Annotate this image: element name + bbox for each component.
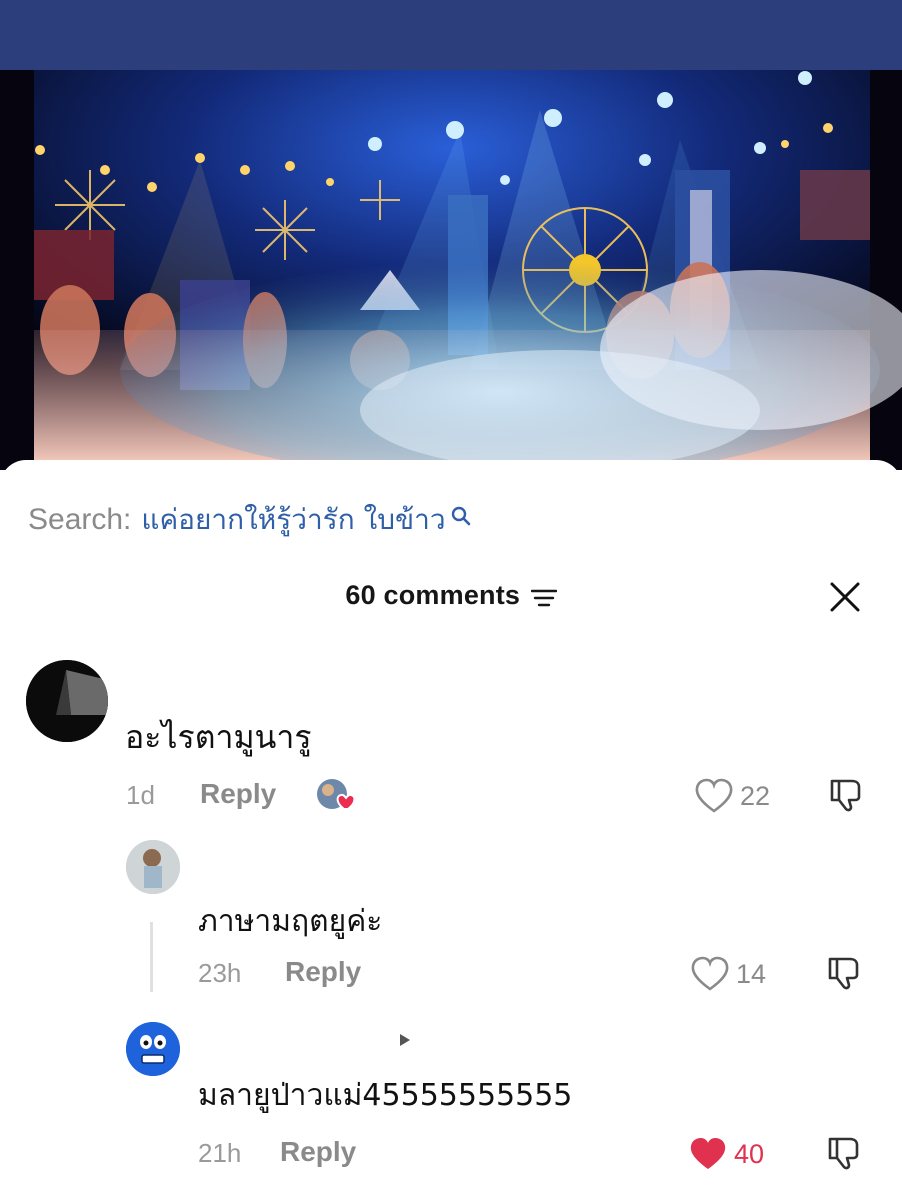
comment-item: อะไรตามูนารู 1d Reply 22 [0, 660, 902, 820]
comment-time: 21h [198, 1138, 242, 1168]
comment-text: ภาษามฤตยูค่ะ [198, 904, 383, 939]
video-player[interactable] [0, 70, 902, 470]
reply-item: ภาษามฤตยูค่ะ 23h Reply 14 [0, 840, 902, 1000]
like-button[interactable]: 22 [694, 778, 770, 814]
stage-performance-image [0, 70, 902, 470]
search-label: Search: [28, 503, 132, 536]
reply-button[interactable]: Reply [200, 778, 276, 810]
like-count: 40 [734, 1138, 765, 1169]
search-icon[interactable] [450, 501, 472, 526]
search-suggestion[interactable]: Search: แค่อยากให้รู้ว่ารัก ใบข้าว [28, 498, 472, 542]
comments-sheet: Search: แค่อยากให้รู้ว่ารัก ใบข้าว 60 co… [0, 460, 902, 1200]
status-bar [0, 0, 902, 70]
close-icon [830, 582, 860, 612]
heart-filled-icon [690, 1138, 726, 1169]
avatar[interactable] [26, 660, 108, 742]
creator-liked-badge [316, 776, 360, 814]
reply-button[interactable]: Reply [285, 956, 361, 988]
dislike-icon[interactable] [828, 777, 864, 813]
like-count: 22 [740, 780, 771, 811]
reply-button[interactable]: Reply [280, 1136, 356, 1168]
dislike-icon[interactable] [826, 955, 862, 991]
comment-time: 23h [198, 958, 242, 988]
sort-icon[interactable] [530, 588, 557, 608]
reply-item: มลายูป่าวแม่45555555555 21h Reply 40 [0, 1022, 902, 1182]
comments-header: 60 comments [0, 580, 902, 611]
like-button[interactable]: 14 [690, 956, 766, 992]
comment-text: มลายูป่าวแม่45555555555 [198, 1078, 573, 1113]
like-count: 14 [736, 958, 767, 989]
like-button[interactable]: 40 [688, 1136, 764, 1172]
avatar[interactable] [126, 1022, 180, 1076]
comment-time: 1d [126, 780, 155, 810]
dislike-icon[interactable] [826, 1135, 862, 1171]
search-query[interactable]: แค่อยากให้รู้ว่ารัก ใบข้าว [141, 498, 445, 542]
heart-outline-icon [691, 956, 729, 991]
comment-text: อะไรตามูนารู [125, 718, 312, 756]
close-button[interactable] [828, 580, 862, 614]
avatar[interactable] [126, 840, 180, 894]
heart-outline-icon [695, 778, 733, 813]
reply-arrow-icon [398, 1032, 412, 1048]
comments-count: 60 comments [345, 580, 521, 610]
